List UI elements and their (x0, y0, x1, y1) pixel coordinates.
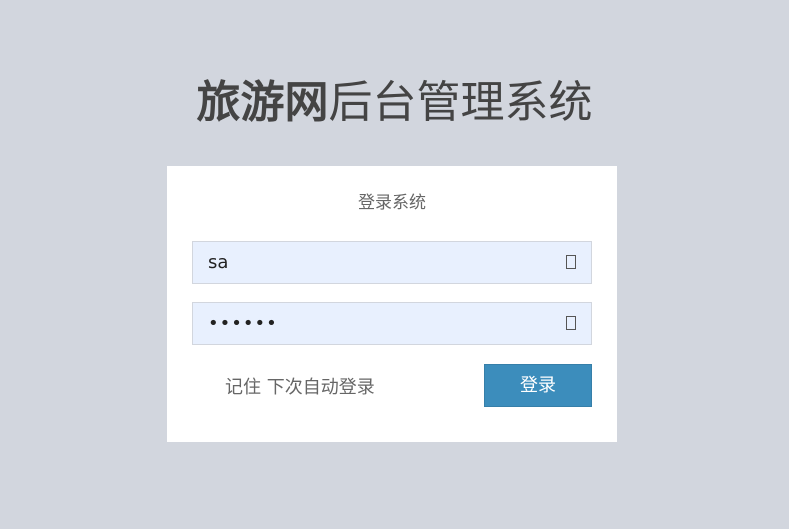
username-value[interactable]: sa (208, 242, 228, 283)
site-logo: 旅游网后台管理系统 (0, 74, 789, 132)
logo-light-text: 后台管理系统 (328, 77, 593, 128)
logo-bold-text: 旅游网 (196, 77, 329, 128)
remember-me-checkbox[interactable]: 记住 下次自动登录 (225, 376, 375, 400)
password-field[interactable]: •••••• (192, 302, 592, 345)
envelope-icon (566, 255, 576, 269)
password-value[interactable]: •••••• (208, 303, 278, 344)
login-button[interactable]: 登录 (484, 364, 592, 407)
login-box: 登录系统 sa •••••• 记住 下次自动登录 登录 (167, 166, 617, 442)
lock-icon (566, 316, 576, 330)
remember-me-label[interactable]: 记住 下次自动登录 (225, 377, 375, 398)
login-page: 旅游网后台管理系统 登录系统 sa •••••• 记住 下次自动登录 登录 (0, 0, 789, 529)
username-field[interactable]: sa (192, 241, 592, 284)
login-box-message: 登录系统 (358, 193, 426, 213)
